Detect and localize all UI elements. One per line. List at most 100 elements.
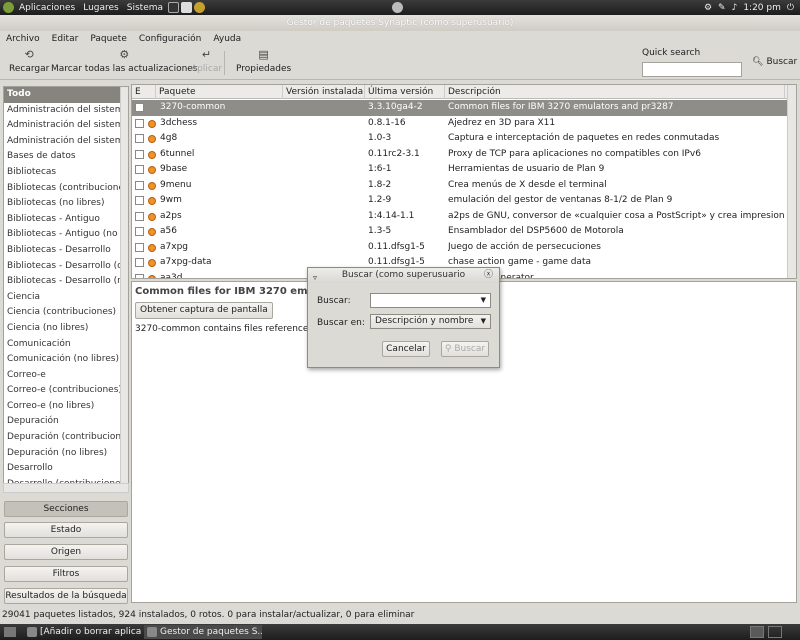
section-item[interactable]: Bibliotecas (4, 165, 128, 181)
section-item[interactable]: Depuración (4, 414, 128, 430)
filter-custom-button[interactable]: Filtros (4, 566, 128, 582)
section-item[interactable]: Correo-e (no libres) (4, 399, 128, 415)
package-checkbox[interactable] (135, 149, 144, 159)
section-item[interactable]: Depuración (contribuciones) (4, 430, 128, 446)
column-installed-version[interactable]: Versión instalada (283, 85, 365, 99)
menu-paquete[interactable]: Paquete (84, 32, 133, 46)
section-item[interactable]: Desarrollo (4, 461, 128, 477)
section-item-todo[interactable]: Todo (4, 87, 128, 103)
package-checkbox[interactable] (135, 273, 144, 278)
package-row[interactable]: 9menu 1.8-2 Crea menús de X desde el termi… (132, 178, 788, 194)
package-row[interactable]: 3270-common 3.3.10ga4-2 Common files for I… (132, 100, 788, 116)
package-row[interactable]: 9wm 1.2-9 emulación del gestor de ventanas… (132, 193, 788, 209)
section-item[interactable]: Comunicación (4, 337, 128, 353)
workspace-1[interactable] (750, 626, 764, 638)
workspace-2[interactable] (768, 626, 782, 638)
section-item[interactable]: Administración del sistema (4, 103, 128, 119)
filter-sections-button[interactable]: Secciones (4, 501, 128, 517)
package-checkbox[interactable] (135, 196, 144, 205)
taskbar-item[interactable]: [Añadir o borrar aplica... (24, 625, 142, 639)
section-item[interactable]: Bibliotecas (contribuciones) (4, 181, 128, 197)
taskbar-item-active[interactable]: Gestor de paquetes S... (144, 625, 262, 639)
get-screenshot-button[interactable]: Obtener captura de pantalla (135, 302, 273, 319)
filter-origin-button[interactable]: Origen (4, 544, 128, 560)
package-row[interactable]: a7xpg 0.11.dfsg1-5 Juego de acción de pers… (132, 240, 788, 256)
section-item[interactable]: Ciencia (4, 290, 128, 306)
column-description[interactable]: Descripción (445, 85, 785, 99)
section-item[interactable]: Ciencia (no libres) (4, 321, 128, 337)
package-checkbox[interactable] (135, 180, 144, 190)
terminal-launcher-icon[interactable] (168, 2, 180, 13)
show-desktop-icon[interactable] (4, 627, 16, 637)
search-button[interactable]: 🔍︎ Buscar (752, 57, 797, 67)
network-icon[interactable]: ✎ (718, 3, 726, 13)
section-list-hscrollbar[interactable] (3, 483, 129, 493)
close-icon[interactable]: ⓧ (484, 268, 493, 283)
package-name: 6tunnel (160, 148, 195, 159)
text-editor-launcher-icon[interactable] (181, 2, 193, 13)
package-checkbox[interactable] (135, 211, 144, 221)
menu-system[interactable]: Sistema (123, 3, 167, 13)
package-checkbox[interactable] (135, 242, 144, 252)
package-status-icon (148, 181, 156, 190)
section-item[interactable]: Administración del sistema ( (4, 134, 128, 150)
section-item[interactable]: Ciencia (contribuciones) (4, 305, 128, 321)
menu-archivo[interactable]: Archivo (0, 32, 46, 46)
section-item[interactable]: Bibliotecas - Antiguo (4, 212, 128, 228)
package-checkbox[interactable] (135, 103, 144, 112)
package-row[interactable]: 9base 1:6-1 Herramientas de usuario de Pla… (132, 162, 788, 178)
properties-button[interactable]: ▤ Propiedades (236, 48, 291, 75)
power-icon[interactable]: ⏻ (787, 3, 794, 13)
section-item[interactable]: Correo-e (contribuciones) (4, 383, 128, 399)
browser-launcher-icon[interactable] (194, 2, 206, 13)
disc-icon[interactable] (392, 2, 403, 13)
section-item[interactable]: Depuración (no libres) (4, 446, 128, 462)
section-item[interactable]: Bibliotecas - Desarrollo (no li (4, 274, 128, 290)
section-item[interactable]: Bibliotecas - Desarrollo (4, 243, 128, 259)
section-item[interactable]: Bibliotecas - Desarrollo (com (4, 259, 128, 275)
window-menu-icon[interactable]: ▿ (313, 270, 317, 285)
section-item[interactable]: Comunicación (no libres) (4, 352, 128, 368)
section-item[interactable]: Administración del sistema ( (4, 118, 128, 134)
volume-icon[interactable]: ♪ (732, 3, 738, 13)
search-input[interactable]: ▼ (370, 293, 491, 308)
section-item[interactable]: Correo-e (4, 368, 128, 384)
package-row[interactable]: a56 1.3-5 Ensamblador del DSP5600 de Motor… (132, 224, 788, 240)
section-item[interactable]: Bases de datos (4, 149, 128, 165)
package-checkbox[interactable] (135, 227, 144, 236)
apply-button[interactable]: ↵ Aplicar (191, 49, 222, 75)
column-status[interactable]: E (132, 85, 156, 99)
mark-all-updates-button[interactable]: ⚙ Marcar todas las actualizaciones (51, 49, 198, 75)
package-checkbox[interactable] (135, 134, 144, 143)
search-in-select[interactable]: Descripción y nombre ▼ (370, 314, 491, 329)
column-package[interactable]: Paquete (156, 85, 283, 99)
menu-editar[interactable]: Editar (46, 32, 85, 46)
section-item[interactable]: Bibliotecas (no libres) (4, 196, 128, 212)
section-item[interactable]: Bibliotecas - Antiguo (no libr (4, 227, 128, 243)
settings-gear-icon[interactable]: ⚙ (704, 3, 712, 13)
quick-search-input[interactable] (642, 62, 742, 77)
package-checkbox[interactable] (135, 258, 144, 267)
package-list-scrollbar[interactable] (787, 85, 796, 278)
clock[interactable]: 1:20 pm (743, 3, 781, 13)
package-row[interactable]: a2ps 1:4.14-1.1 a2ps de GNU, conversor de … (132, 209, 788, 225)
dropdown-arrow-icon[interactable]: ▼ (481, 294, 486, 307)
column-latest-version[interactable]: Última versión (365, 85, 445, 99)
menu-configuracion[interactable]: Configuración (133, 32, 207, 46)
package-row[interactable]: 6tunnel 0.11rc2-3.1 Proxy de TCP para apli… (132, 147, 788, 163)
package-checkbox[interactable] (135, 165, 144, 174)
package-checkbox[interactable] (135, 118, 144, 128)
reload-button[interactable]: ⟲ Recargar (9, 49, 49, 75)
package-row[interactable]: 4g8 1.0-3 Captura e interceptación de paqu… (132, 131, 788, 147)
menu-ayuda[interactable]: Ayuda (207, 32, 247, 46)
dialog-search-button[interactable]: ⚲ Buscar (441, 341, 489, 357)
cancel-button[interactable]: Cancelar (382, 341, 430, 357)
menu-places[interactable]: Lugares (79, 3, 123, 13)
filter-search-results-button[interactable]: Resultados de la búsqueda (4, 588, 128, 604)
filter-status-button[interactable]: Estado (4, 522, 128, 538)
section-list-scrollbar[interactable] (120, 87, 128, 492)
package-status-icon (148, 243, 156, 252)
menu-applications[interactable]: Aplicaciones (15, 3, 79, 13)
package-row[interactable]: 3dchess 0.8.1-16 Ajedrez en 3D para X11 (132, 116, 788, 132)
properties-icon: ▤ (258, 48, 269, 61)
